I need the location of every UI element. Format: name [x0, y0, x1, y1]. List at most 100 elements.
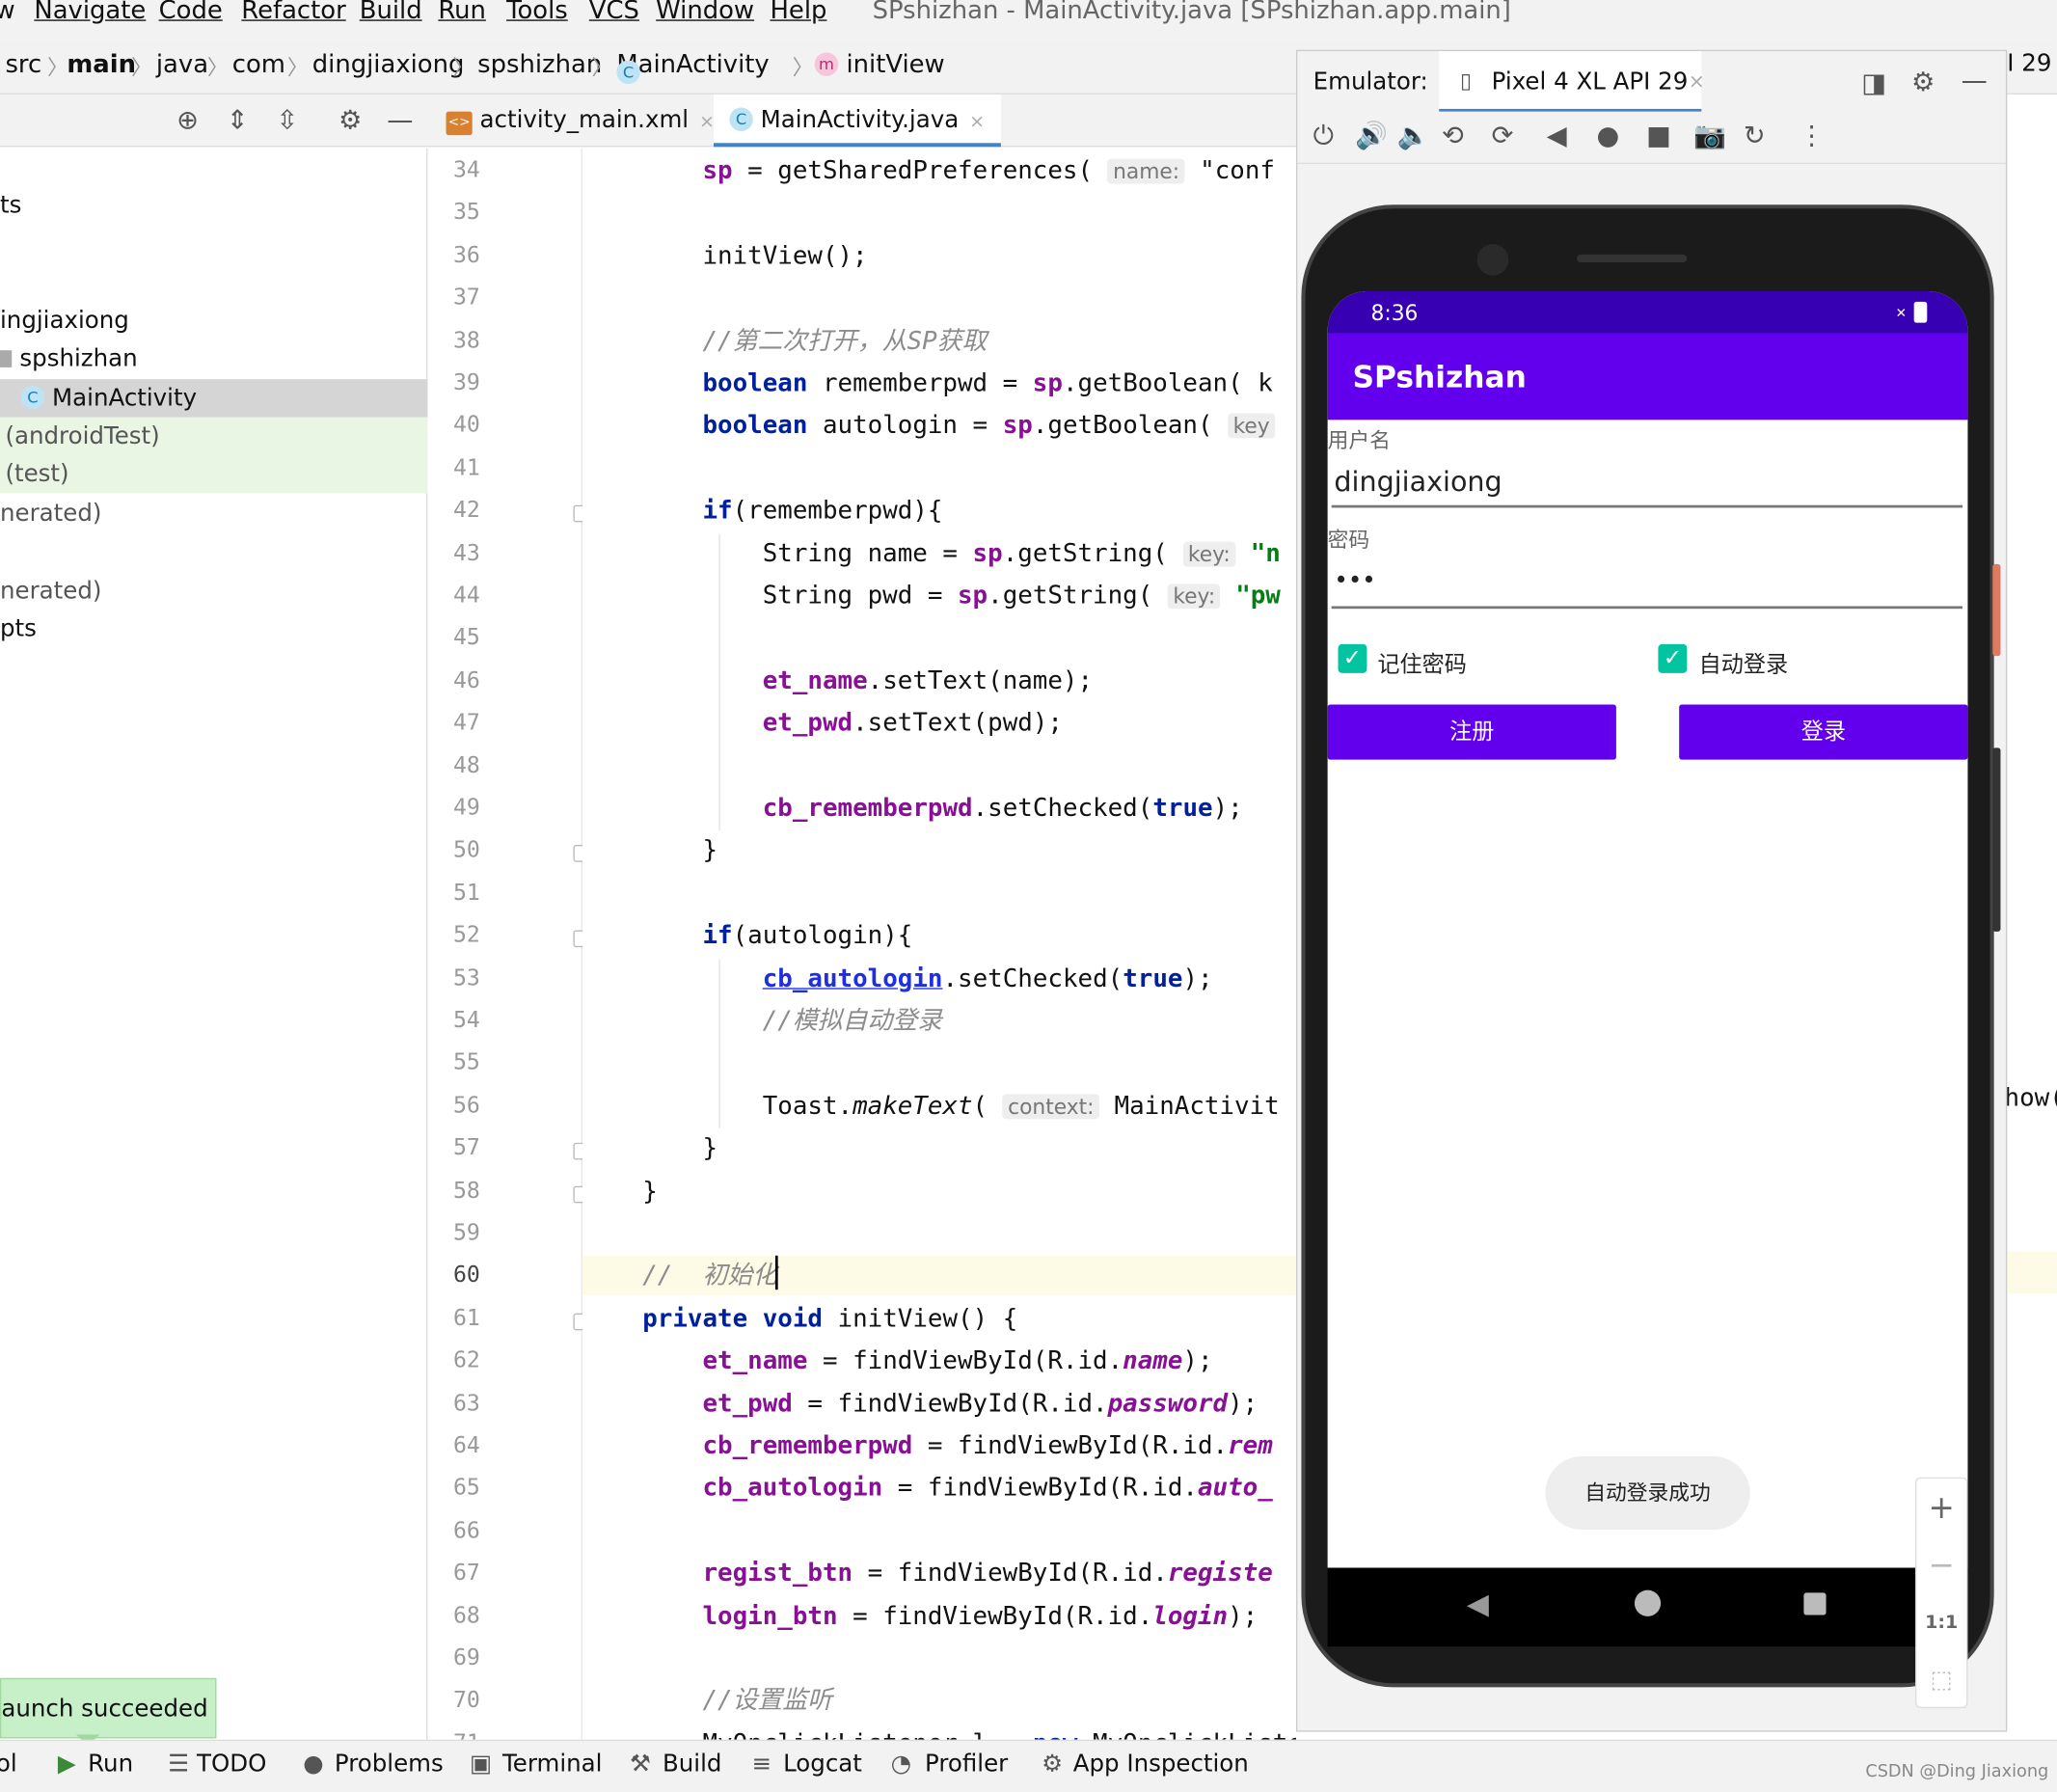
- snapshot-icon[interactable]: ↻: [1744, 120, 1766, 151]
- more-icon[interactable]: ⋮: [1799, 120, 1825, 151]
- line-number: 46: [453, 667, 480, 694]
- nav-back-icon[interactable]: ◀: [1467, 1588, 1489, 1621]
- password-input[interactable]: •••: [1331, 567, 1963, 610]
- locate-file-icon[interactable]: ⊕: [171, 102, 204, 136]
- tool-tab-problems[interactable]: Problems: [335, 1751, 444, 1778]
- tree-item-generated[interactable]: nerated): [0, 495, 427, 532]
- volume-down-icon[interactable]: 🔈: [1397, 120, 1430, 151]
- volume-up-icon[interactable]: 🔊: [1355, 120, 1388, 151]
- menu-item-navigate[interactable]: Navigate: [34, 0, 146, 25]
- line-number: 66: [453, 1517, 480, 1544]
- back-icon[interactable]: ◀: [1547, 120, 1567, 151]
- line-number: 59: [453, 1220, 480, 1247]
- tree-item[interactable]: ts: [0, 186, 427, 224]
- breadcrumb-com[interactable]: com: [232, 50, 285, 79]
- tree-item-label: nerated): [0, 577, 102, 606]
- close-icon[interactable]: ×: [1689, 69, 1705, 93]
- tree-item-spshizhan[interactable]: spshizhan: [0, 339, 427, 377]
- tool-tab-run[interactable]: Run: [88, 1751, 133, 1778]
- tree-item-test[interactable]: (test): [0, 455, 428, 494]
- minimize-icon[interactable]: —: [1962, 65, 1988, 96]
- remember-password-label: 记住密码: [1377, 652, 1467, 679]
- nav-overview-icon[interactable]: [1803, 1592, 1827, 1616]
- code-token: if: [702, 496, 733, 526]
- rotate-left-icon[interactable]: ⟲: [1442, 120, 1464, 151]
- line-number-gutter: 34 35 36 37 38 39 40 41 42 43 44 45 46 47 48 49 50 51 52 53…: [427, 148, 588, 1756]
- menu-item-vcs[interactable]: VCS: [589, 0, 639, 25]
- screenshot-icon[interactable]: 📷: [1693, 120, 1726, 151]
- expand-all-icon[interactable]: ⇕: [221, 102, 255, 136]
- window-title: SPshizhan - MainActivity.java [SPshizhan…: [872, 0, 1511, 25]
- gear-icon[interactable]: ⚙: [1911, 66, 1935, 97]
- tool-tab-todo[interactable]: TODO: [197, 1751, 266, 1778]
- menu-item-build[interactable]: Build: [360, 0, 422, 25]
- breadcrumb-mainactivity[interactable]: C MainActivity: [616, 50, 770, 85]
- power-icon[interactable]: ⏻: [1313, 120, 1335, 151]
- code-token: auto_: [1197, 1474, 1273, 1504]
- close-icon[interactable]: ×: [699, 112, 715, 133]
- line-number: 58: [453, 1177, 480, 1205]
- menu-item-tools[interactable]: Tools: [506, 0, 568, 25]
- tool-tab-terminal[interactable]: Terminal: [502, 1751, 602, 1778]
- tool-tab-app-inspection[interactable]: App Inspection: [1073, 1751, 1249, 1778]
- breadcrumb-java[interactable]: java: [156, 50, 208, 79]
- register-button[interactable]: 注册: [1327, 704, 1616, 760]
- home-icon[interactable]: ●: [1596, 120, 1619, 151]
- breadcrumb-dingjiaxiong[interactable]: dingjiaxiong: [312, 50, 465, 79]
- menu-item-window-partial[interactable]: w: [0, 0, 15, 25]
- zoom-in-button[interactable]: +: [1916, 1479, 1966, 1536]
- navigation-bar: ◀: [1327, 1567, 1968, 1647]
- dock-icon[interactable]: ◨: [1861, 67, 1886, 98]
- code-token: = findViewById(R.id.: [837, 1601, 1153, 1631]
- tree-item-mainactivity[interactable]: C MainActivity: [0, 379, 428, 418]
- tree-item-androidtest[interactable]: (androidTest): [0, 417, 428, 456]
- menu-item-window[interactable]: Window: [656, 0, 754, 25]
- breadcrumb-initview[interactable]: m initView: [814, 50, 945, 79]
- menu-item-help[interactable]: Help: [770, 0, 826, 25]
- zoom-controls: + − 1:1 ⬚: [1915, 1477, 1968, 1710]
- menu-item-refactor[interactable]: Refactor: [241, 0, 345, 25]
- code-line: initView();: [582, 236, 1296, 276]
- auto-login-checkbox[interactable]: ✓: [1658, 643, 1688, 673]
- remember-password-checkbox[interactable]: ✓: [1338, 643, 1367, 673]
- zoom-fit-icon[interactable]: ⬚: [1916, 1652, 1966, 1710]
- tab-mainactivity-java[interactable]: C MainActivity.java ×: [714, 94, 1001, 148]
- zoom-out-button[interactable]: −: [1916, 1536, 1966, 1594]
- code-editor[interactable]: sp = getSharedPreferences( name: "conf i…: [582, 148, 1296, 1740]
- bottom-toolbar: ol ▶ Run ☰ TODO ● Problems ▣ Terminal ⚒ …: [0, 1739, 2057, 1792]
- username-input[interactable]: dingjiaxiong: [1331, 466, 1963, 508]
- tree-item[interactable]: ingjiaxiong: [0, 302, 427, 339]
- signal-icon: ✕: [1895, 307, 1908, 322]
- breadcrumb-main[interactable]: main: [67, 50, 136, 79]
- tool-tab-profiler[interactable]: Profiler: [925, 1751, 1008, 1778]
- menu-bar: w Navigate Code Refactor Build Run Tools…: [0, 0, 2057, 40]
- tool-tab-build[interactable]: Build: [663, 1751, 721, 1778]
- gear-icon[interactable]: ⚙: [334, 102, 367, 136]
- rotate-right-icon[interactable]: ⟳: [1492, 120, 1514, 151]
- tree-item-scripts[interactable]: pts: [0, 611, 427, 648]
- chevron-right-icon: 〉: [206, 55, 229, 80]
- code-token: regist_btn: [702, 1559, 853, 1588]
- breadcrumb-src[interactable]: src: [5, 50, 41, 79]
- close-icon[interactable]: ×: [969, 112, 985, 133]
- menu-item-run[interactable]: Run: [438, 0, 486, 25]
- code-token: boolean: [702, 411, 808, 441]
- breadcrumb-spshizhan[interactable]: spshizhan: [477, 50, 602, 79]
- tree-item-generated[interactable]: nerated): [0, 572, 427, 610]
- collapse-all-icon[interactable]: ⇳: [270, 102, 304, 136]
- minimize-icon[interactable]: —: [383, 102, 417, 136]
- zoom-actual-size-button[interactable]: 1:1: [1916, 1594, 1966, 1652]
- menu-item-code[interactable]: Code: [159, 0, 223, 25]
- tool-tab-partial[interactable]: ol: [0, 1751, 17, 1778]
- line-number: 43: [453, 539, 480, 567]
- tab-activity-main-xml[interactable]: <> activity_main.xml ×: [446, 95, 715, 147]
- tool-tab-logcat[interactable]: Logcat: [783, 1751, 862, 1778]
- nav-home-icon[interactable]: [1634, 1589, 1662, 1616]
- launch-notification[interactable]: aunch succeeded: [0, 1677, 217, 1739]
- code-token: .setChecked(: [972, 793, 1153, 823]
- parameter-hint: name:: [1107, 158, 1185, 184]
- login-button[interactable]: 登录: [1679, 704, 1968, 760]
- overview-icon[interactable]: ■: [1646, 120, 1671, 151]
